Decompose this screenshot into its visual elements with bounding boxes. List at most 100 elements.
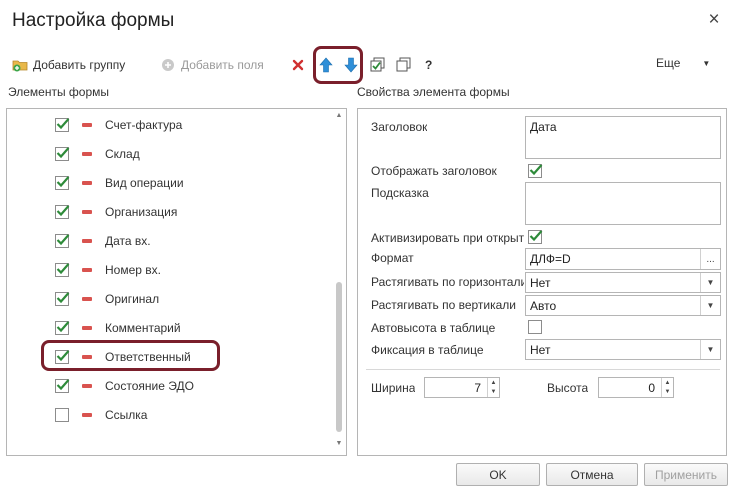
checkmark-icon (56, 321, 70, 333)
check-all-icon (370, 57, 386, 73)
format-ellipsis-button[interactable]: ... (700, 249, 720, 269)
form-elements-rows: Счет-фактура Склад Вид операции Организация… (6, 108, 336, 456)
chevron-down-icon: ▼ (702, 58, 711, 68)
more-label: Еще (656, 56, 681, 70)
element-checkbox[interactable] (55, 147, 70, 161)
element-checkbox[interactable] (55, 379, 70, 393)
highlight-responsible-row (41, 340, 220, 371)
chevron-down-icon[interactable]: ▼ (700, 273, 720, 292)
spin-down-icon[interactable]: ▼ (491, 389, 497, 395)
list-item[interactable]: Комментарий (6, 314, 336, 343)
list-item-label: Организация (105, 205, 178, 219)
element-checkbox[interactable] (55, 234, 70, 248)
spin-up-icon[interactable]: ▲ (665, 380, 671, 386)
delete-button[interactable] (290, 55, 306, 75)
header-field[interactable]: Дата (525, 116, 721, 159)
add-group-label: Добавить группу (33, 58, 126, 72)
properties-divider (366, 369, 720, 370)
list-item[interactable]: Оригинал (6, 285, 336, 314)
scroll-up-icon[interactable]: ▲ (335, 112, 343, 122)
height-input[interactable]: 0 ▲ ▼ (598, 377, 674, 398)
more-menu-button[interactable]: Еще ▼ (656, 56, 710, 70)
chevron-down-icon[interactable]: ▼ (700, 340, 720, 359)
list-item-label: Ссылка (105, 408, 148, 422)
format-value: ДЛФ=D (530, 252, 571, 266)
ok-button[interactable]: OK (456, 463, 540, 486)
autoheight-checkbox[interactable] (528, 320, 542, 334)
fix-select[interactable]: Нет ▼ (525, 339, 721, 360)
hint-field[interactable] (525, 182, 721, 225)
show-header-checkbox[interactable] (528, 164, 543, 178)
check-all-button[interactable] (370, 55, 386, 75)
field-minus-icon (82, 297, 92, 301)
stretch-v-select[interactable]: Авто ▼ (525, 295, 721, 316)
field-minus-icon (82, 181, 92, 185)
list-item[interactable]: Дата вх. (6, 227, 336, 256)
height-spinner[interactable]: ▲ ▼ (661, 378, 673, 397)
list-item[interactable]: Счет-фактура (6, 111, 336, 140)
chevron-down-icon[interactable]: ▼ (700, 296, 720, 315)
list-item-label: Счет-фактура (105, 118, 183, 132)
element-checkbox[interactable] (55, 176, 70, 190)
list-item-label: Склад (105, 147, 140, 161)
apply-button[interactable]: Применить (644, 463, 728, 486)
list-item-label: Комментарий (105, 321, 181, 335)
stretch-v-value: Авто (530, 299, 557, 313)
list-item[interactable]: Склад (6, 140, 336, 169)
spin-up-icon[interactable]: ▲ (491, 380, 497, 386)
scroll-down-icon[interactable]: ▼ (335, 440, 343, 450)
element-checkbox[interactable] (55, 205, 70, 219)
add-fields-button[interactable]: Добавить поля (160, 55, 264, 75)
field-minus-icon (82, 123, 92, 127)
element-checkbox[interactable] (55, 263, 70, 277)
checkmark-icon (56, 176, 70, 188)
list-item[interactable]: Состояние ЭДО (6, 372, 336, 401)
width-input[interactable]: 7 ▲ ▼ (424, 377, 500, 398)
field-minus-icon (82, 268, 92, 272)
uncheck-all-button[interactable] (396, 55, 412, 75)
stretch-v-label: Растягивать по вертикали (371, 298, 517, 312)
list-item[interactable]: Вид операции (6, 169, 336, 198)
help-button[interactable]: ? (425, 55, 432, 75)
element-checkbox[interactable] (55, 292, 70, 306)
stretch-h-label: Растягивать по горизонтали (371, 275, 524, 289)
width-label: Ширина (371, 381, 416, 395)
add-group-button[interactable]: Добавить группу (12, 55, 125, 75)
element-properties-header: Свойства элемента формы (357, 85, 510, 99)
spin-down-icon[interactable]: ▼ (665, 389, 671, 395)
list-item[interactable]: Номер вх. (6, 256, 336, 285)
activate-label: Активизировать при открытии (371, 231, 524, 245)
checkmark-icon (56, 379, 70, 391)
format-field[interactable]: ДЛФ=D ... (525, 248, 721, 270)
list-item[interactable]: Организация (6, 198, 336, 227)
list-item-label: Номер вх. (105, 263, 161, 277)
activate-checkbox[interactable] (528, 230, 543, 244)
list-scrollbar[interactable]: ▲ ▼ (335, 112, 343, 450)
checkmark-icon (56, 234, 70, 246)
fix-value: Нет (530, 343, 551, 357)
list-item-label: Оригинал (105, 292, 160, 306)
element-checkbox[interactable] (55, 118, 70, 132)
highlight-move-buttons (313, 46, 363, 84)
autoheight-label: Автовысота в таблице (371, 321, 496, 335)
plus-circle-icon (160, 57, 176, 73)
format-label: Формат (371, 251, 414, 265)
cancel-button[interactable]: Отмена (546, 463, 638, 486)
hint-label: Подсказка (371, 186, 429, 200)
show-header-label: Отображать заголовок (371, 164, 497, 178)
element-checkbox[interactable] (55, 408, 69, 422)
checkmark-icon (56, 292, 70, 304)
delete-x-icon (290, 57, 306, 73)
close-icon[interactable]: × (705, 10, 723, 29)
width-spinner[interactable]: ▲ ▼ (487, 378, 499, 397)
stretch-h-value: Нет (530, 276, 551, 290)
element-checkbox[interactable] (55, 321, 70, 335)
scroll-thumb[interactable] (336, 282, 342, 432)
checkmark-icon (56, 118, 70, 130)
uncheck-all-icon (396, 57, 412, 73)
field-minus-icon (82, 152, 92, 156)
list-item[interactable]: Ссылка (6, 401, 336, 430)
form-elements-header: Элементы формы (8, 85, 110, 99)
stretch-h-select[interactable]: Нет ▼ (525, 272, 721, 293)
width-value: 7 (474, 381, 481, 395)
